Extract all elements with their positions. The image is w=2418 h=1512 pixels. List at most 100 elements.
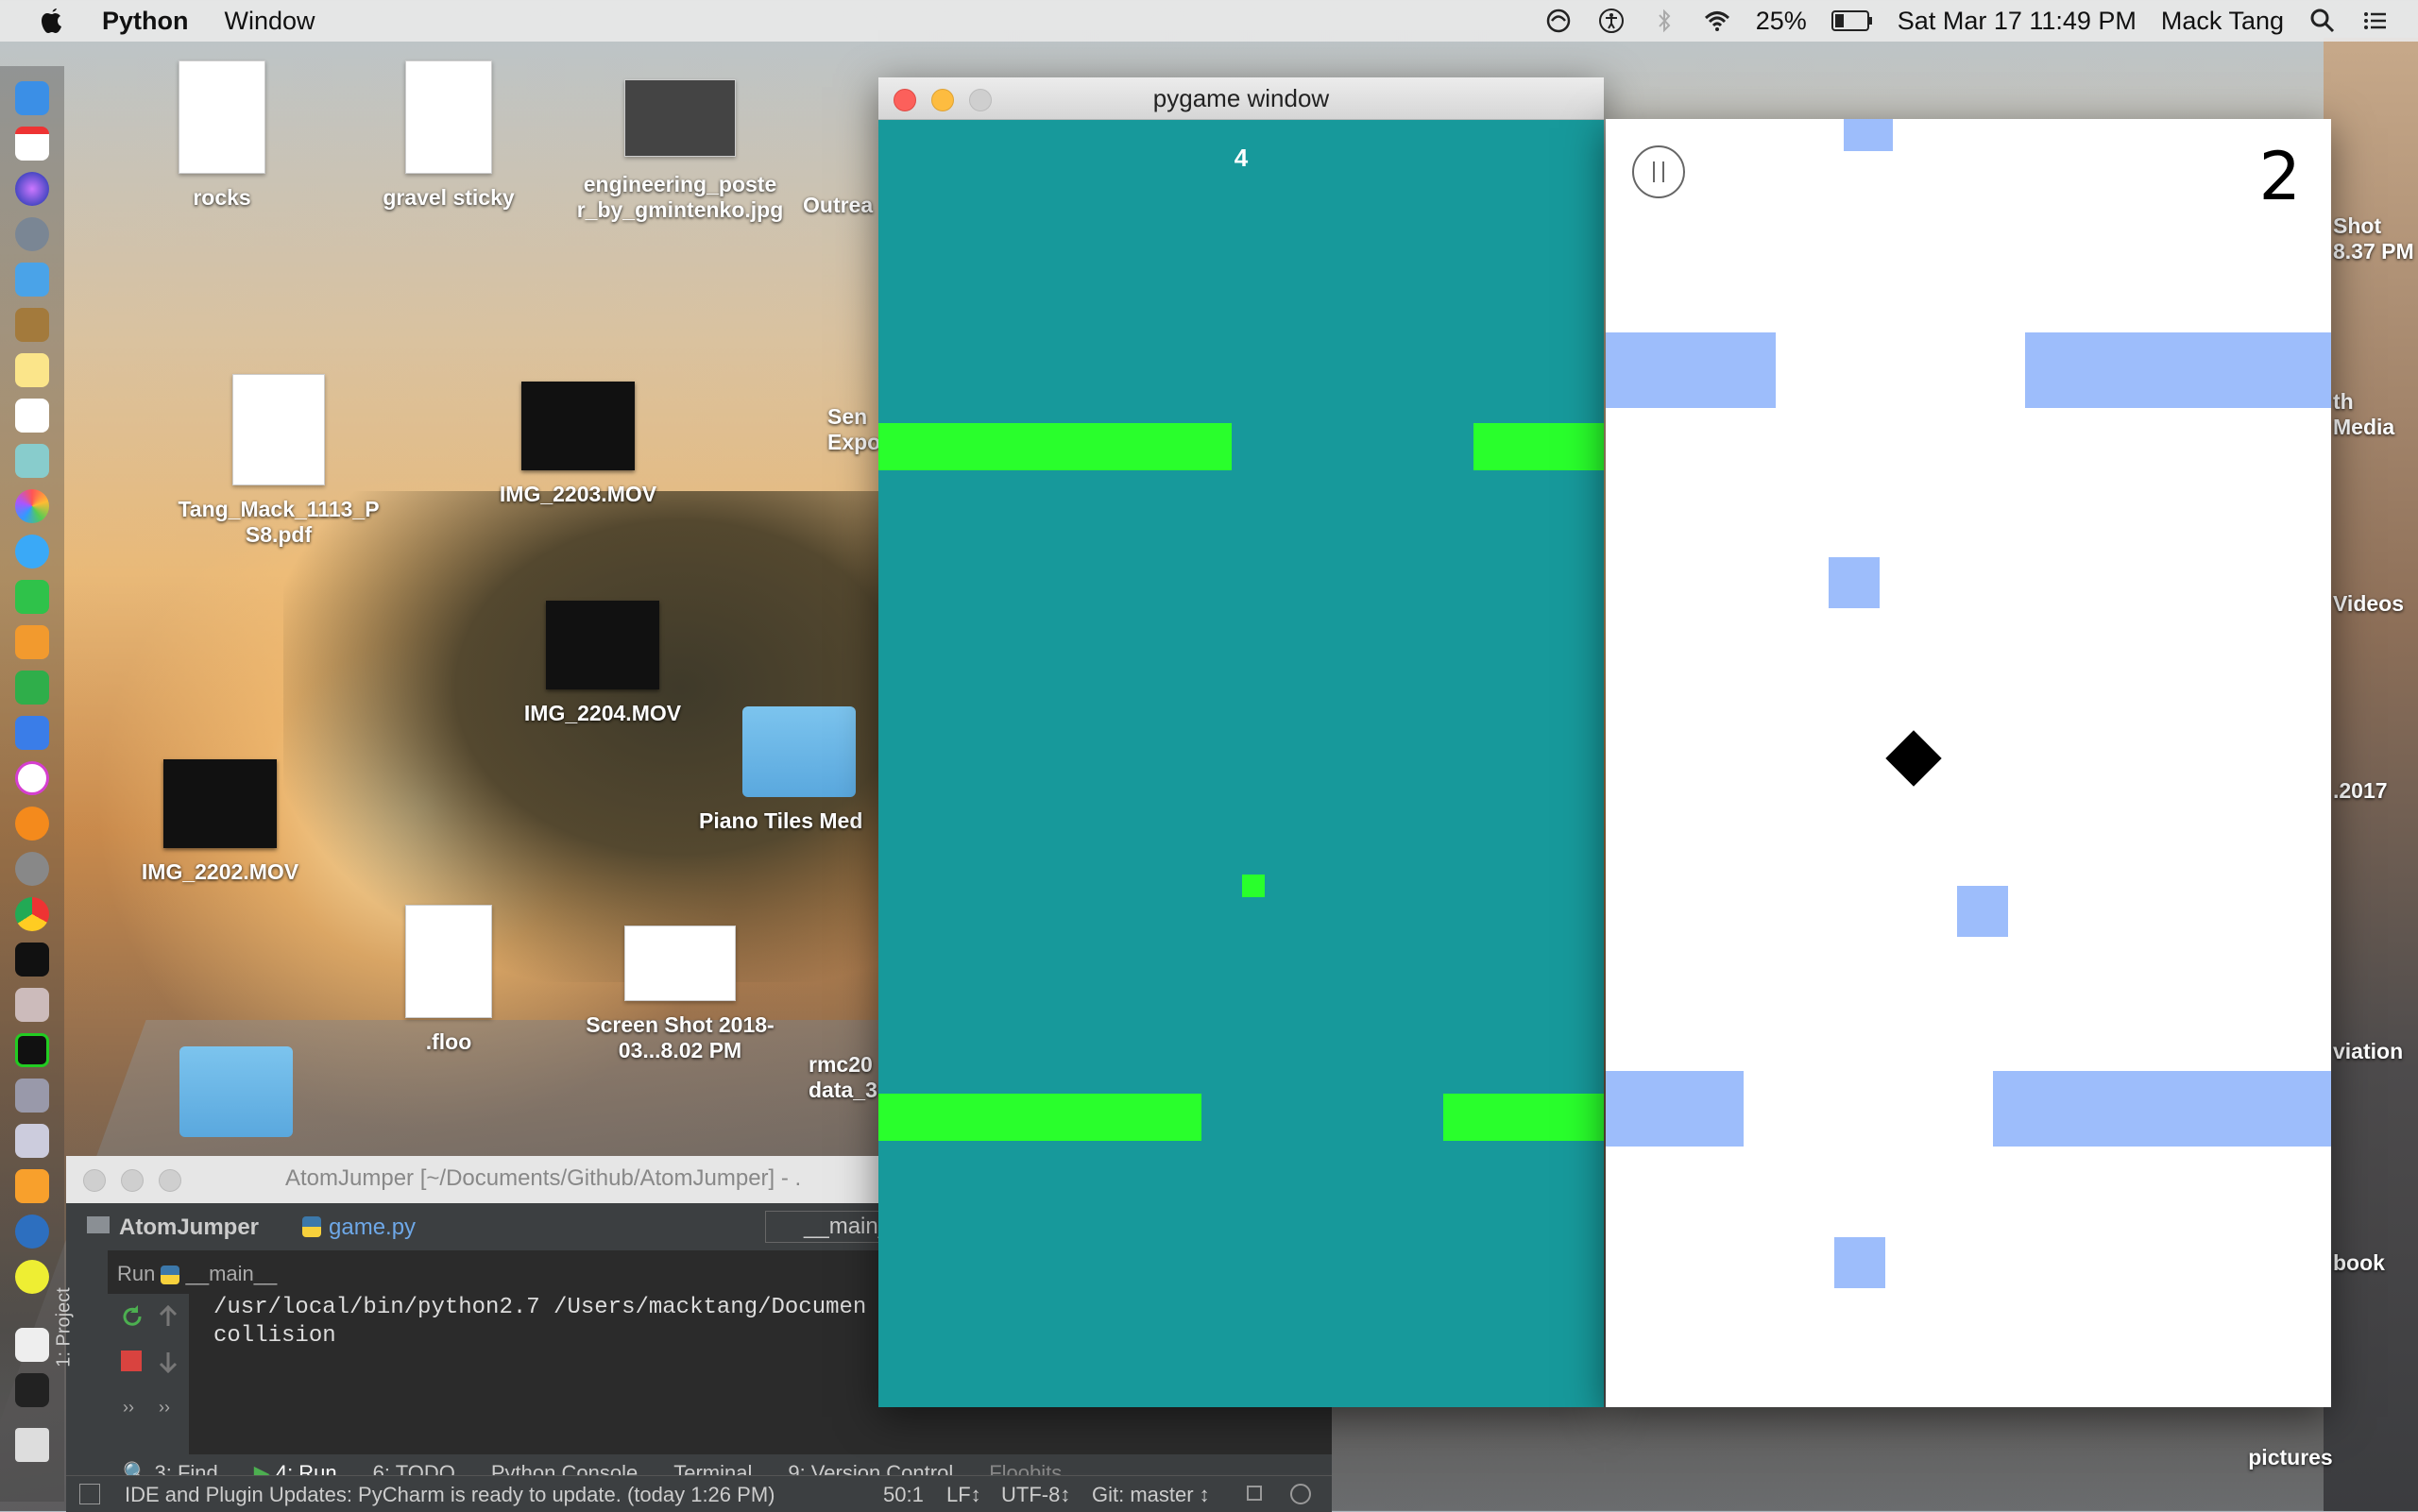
desktop-folder-piano-tiles[interactable]: Piano Tiles Med <box>690 706 878 834</box>
chrome-icon[interactable] <box>15 897 49 931</box>
system-preferences-icon[interactable] <box>15 852 49 886</box>
hector-icon[interactable] <box>1290 1484 1311 1504</box>
desktop-file-rocks[interactable]: rocks <box>142 60 302 211</box>
scroll-down-icon[interactable] <box>157 1349 179 1375</box>
desktop-file-img-2204[interactable]: IMG_2204.MOV <box>499 601 707 726</box>
caret-position[interactable]: 50:1 <box>883 1483 924 1507</box>
pages-icon[interactable] <box>15 625 49 659</box>
preview-icon[interactable] <box>15 263 49 297</box>
activity-monitor-icon[interactable] <box>15 943 49 977</box>
desktop-file-rmc[interactable]: rmc20 data_3 <box>809 1052 884 1103</box>
ibooks-icon[interactable] <box>15 807 49 841</box>
desktop-file-screenshot[interactable]: Screen Shot 2018-03...8.02 PM <box>557 926 803 1063</box>
more-actions-icon[interactable]: ›› <box>159 1398 170 1418</box>
bar-right-lower <box>1993 1071 2331 1147</box>
project-tool-label[interactable]: 1: Project <box>54 1287 76 1367</box>
breadcrumb-file[interactable]: game.py <box>329 1215 416 1241</box>
desktop-folder-right-book[interactable]: book <box>2333 1250 2418 1276</box>
file-encoding[interactable]: UTF-8↕ <box>1001 1483 1070 1507</box>
desktop-file-engineering-poster[interactable]: engineering_poste r_by_gmintenko.jpg <box>562 79 798 223</box>
file-label: IMG_2204.MOV <box>523 701 682 725</box>
trash-icon[interactable] <box>15 1428 49 1462</box>
run-toolbar: ›› ›› <box>108 1294 189 1454</box>
desktop-file-img-2203[interactable]: IMG_2203.MOV <box>474 382 682 507</box>
pycharm-icon[interactable] <box>15 1033 49 1067</box>
desktop-folder-untitled[interactable] <box>179 1046 293 1148</box>
photos-icon[interactable] <box>15 489 49 523</box>
desktop-file-img-2202[interactable]: IMG_2202.MOV <box>116 759 324 885</box>
desktop-folder-right-aviation[interactable]: viation <box>2333 1039 2418 1064</box>
console-output[interactable]: /usr/local/bin/python2.7 /Users/macktang… <box>213 1294 866 1351</box>
reminders-icon[interactable] <box>15 399 49 433</box>
file-label: rocks <box>193 185 251 210</box>
platform-right-upper <box>1473 423 1604 470</box>
keynote-icon[interactable] <box>15 716 49 750</box>
wifi-icon[interactable] <box>1703 7 1731 35</box>
more-actions-icon[interactable]: ›› <box>123 1398 134 1418</box>
platform-left-lower <box>878 1094 1201 1141</box>
apple-menu-icon[interactable] <box>38 6 66 36</box>
messages-icon[interactable] <box>15 535 49 569</box>
downloads-stack-icon[interactable] <box>15 1328 49 1362</box>
desktop-folder-pictures[interactable]: pictures <box>2239 1445 2342 1470</box>
line-separator[interactable]: LF↕ <box>946 1483 981 1507</box>
git-branch[interactable]: Git: master ↕ <box>1092 1483 1210 1507</box>
file-label: IMG_2202.MOV <box>141 859 299 884</box>
notes-icon[interactable] <box>15 353 49 387</box>
spotlight-search-icon[interactable] <box>2308 7 2337 35</box>
battery-icon[interactable] <box>1831 9 1873 32</box>
drive-icon[interactable] <box>15 1124 49 1158</box>
launchpad-icon[interactable] <box>15 217 49 251</box>
desktop-file-tang-pdf[interactable]: Tang_Mack_1113_P S8.pdf <box>165 374 392 548</box>
pygame-score: 4 <box>1234 144 1249 172</box>
numbers-icon[interactable] <box>15 671 49 705</box>
sublime-text-icon[interactable] <box>15 1169 49 1203</box>
desktop-file-right-shot[interactable]: Shot 8.37 PM <box>2333 213 2418 264</box>
desktop-folder-right-videos[interactable]: Videos <box>2333 591 2418 617</box>
scroll-up-icon[interactable] <box>157 1303 179 1330</box>
window-menu[interactable]: Window <box>225 7 315 36</box>
sync-status-icon[interactable] <box>1544 7 1573 35</box>
notification-center-icon[interactable] <box>2361 7 2390 35</box>
xcode-tools-icon[interactable] <box>15 1079 49 1113</box>
run-label: Run __main__ <box>117 1262 278 1285</box>
facetime-icon[interactable] <box>15 580 49 614</box>
accessibility-icon[interactable] <box>1597 7 1626 35</box>
desktop-file-sen-expo[interactable]: Sen Expo <box>827 404 884 455</box>
calendar-icon[interactable] <box>15 127 49 161</box>
bluetooth-icon[interactable] <box>1650 7 1678 35</box>
finder-icon[interactable] <box>15 81 49 115</box>
stop-icon[interactable] <box>121 1351 142 1371</box>
project-tool-strip[interactable]: 1: Project <box>54 1250 108 1454</box>
pygame-window: pygame window 4 <box>878 77 1604 1407</box>
cyberduck-icon[interactable] <box>15 1260 49 1294</box>
menu-user-name[interactable]: Mack Tang <box>2161 7 2284 36</box>
status-message[interactable]: IDE and Plugin Updates: PyCharm is ready… <box>125 1483 775 1507</box>
file-label: .floo <box>425 1029 472 1054</box>
quicktime-icon[interactable] <box>15 1215 49 1249</box>
pause-button[interactable] <box>1632 145 1685 198</box>
rerun-icon[interactable] <box>119 1303 145 1330</box>
desktop-file-floo[interactable]: .floo <box>373 905 524 1055</box>
menu-clock[interactable]: Sat Mar 17 11:49 PM <box>1898 7 2137 36</box>
siri-icon[interactable] <box>15 172 49 206</box>
breadcrumb-project[interactable]: AtomJumper <box>119 1215 259 1241</box>
utilities-icon[interactable] <box>15 988 49 1022</box>
lock-icon[interactable] <box>1247 1486 1262 1501</box>
desktop-file-outreach[interactable]: Outrea <box>803 193 888 218</box>
app-name-menu[interactable]: Python <box>102 7 189 36</box>
close-button[interactable] <box>83 1169 106 1192</box>
block-small-3 <box>1834 1237 1885 1288</box>
itunes-icon[interactable] <box>15 761 49 795</box>
file-label: Shot 8.37 PM <box>2333 213 2414 263</box>
zoom-button[interactable] <box>159 1169 181 1192</box>
status-box-icon[interactable] <box>79 1484 100 1504</box>
photo-booth-icon[interactable] <box>15 444 49 478</box>
desktop-file-gravel-sticky[interactable]: gravel sticky <box>368 60 529 211</box>
pygame-title-bar[interactable]: pygame window <box>878 77 1604 120</box>
desktop-file-right-media[interactable]: th Media <box>2333 389 2418 440</box>
minimize-button[interactable] <box>121 1169 144 1192</box>
desktop-folder-right-2017[interactable]: .2017 <box>2333 778 2418 804</box>
notebook-icon[interactable] <box>15 308 49 342</box>
terminal-stack-icon[interactable] <box>15 1373 49 1407</box>
